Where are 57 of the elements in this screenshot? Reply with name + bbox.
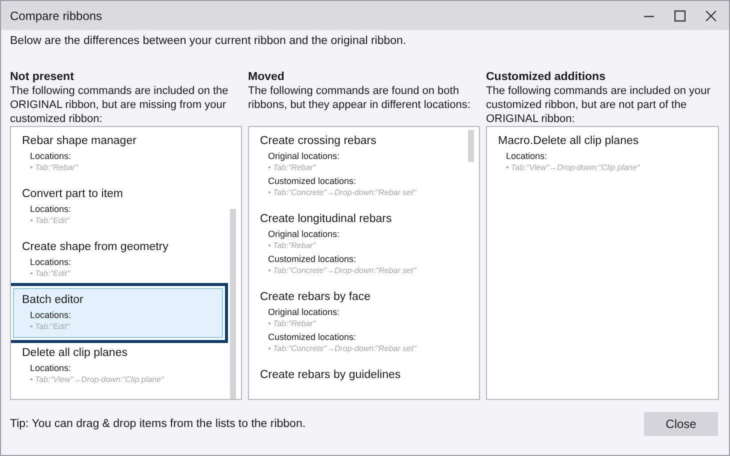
command-item[interactable]: Macro.Delete all clip planes Locations: • Tab:"View"→Drop-down:"Clip plane"	[489, 129, 700, 179]
locations-label: Locations:	[505, 150, 548, 162]
command-name: Create rebars by face	[260, 290, 372, 305]
location-text: • Tab:"Edit"	[29, 321, 71, 333]
close-icon[interactable]	[705, 10, 717, 22]
command-name: Create shape from geometry	[22, 240, 170, 255]
close-button[interactable]: Close	[644, 412, 718, 436]
location-text: • Tab:"Edit"	[29, 215, 71, 227]
scrollbar-thumb[interactable]	[230, 209, 236, 399]
command-name: Convert part to item	[22, 187, 124, 202]
locations-label: Locations:	[29, 362, 72, 374]
location-text: • Tab:"Rebar"	[267, 240, 317, 252]
locations-label: Customized locations:	[267, 253, 358, 265]
locations-label: Customized locations:	[267, 331, 358, 343]
command-item[interactable]: Create rebars by guidelines	[251, 363, 461, 388]
maximize-icon[interactable]	[674, 10, 686, 22]
column-heading: Customized additions	[486, 70, 606, 84]
command-item[interactable]: Create rebars by face Original locations: • Tab:"Rebar" Customized locations: • Tab:"Concrete"→Drop-down:"Rebar set"	[251, 285, 461, 360]
command-item[interactable]: Convert part to item Locations: • Tab:"Edit"	[13, 182, 223, 232]
column-description: The following commands are included on the ORIGINAL ribbon, but are missing from your customized ribbon:	[10, 84, 230, 126]
location-text: • Tab:"Concrete"→Drop-down:"Rebar set"	[267, 265, 418, 277]
command-name: Create longitudinal rebars	[260, 212, 393, 227]
column-description: The following commands are included on your customized ribbon, but are not part of the ORIGINAL ribbon:	[486, 84, 712, 126]
locations-label: Locations:	[29, 150, 72, 162]
command-name: Batch editor	[22, 293, 84, 308]
column-description: The following commands are found on both ribbons, but they appear in different locations:	[248, 84, 472, 113]
location-text: • Tab:"View"→Drop-down:"Clip plane"	[505, 162, 642, 174]
scrollbar-thumb[interactable]	[468, 130, 474, 162]
command-item[interactable]: Delete all clip planes Locations: • Tab:"View"→Drop-down:"Clip plane"	[13, 341, 223, 391]
command-name: Rebar shape manager	[22, 134, 138, 149]
location-text: • Tab:"Concrete"→Drop-down:"Rebar set"	[267, 187, 418, 199]
tip-text: Tip: You can drag & drop items from the lists to the ribbon.	[10, 418, 306, 430]
locations-label: Locations:	[29, 309, 72, 321]
intro-text: Below are the differences between your current ribbon and the original ribbon.	[10, 35, 408, 47]
location-text: • Tab:"Rebar"	[267, 162, 317, 174]
command-name: Create rebars by guidelines	[260, 368, 402, 383]
locations-label: Locations:	[29, 203, 72, 215]
command-item[interactable]: Create shape from geometry Locations: • Tab:"Edit"	[13, 235, 223, 285]
locations-label: Original locations:	[267, 150, 341, 162]
window-title: Compare ribbons	[10, 8, 102, 22]
locations-label: Customized locations:	[267, 175, 358, 187]
column-heading: Moved	[248, 70, 286, 84]
locations-label: Original locations:	[267, 306, 341, 318]
command-name: Delete all clip planes	[22, 346, 128, 361]
location-text: • Tab:"Rebar"	[29, 162, 79, 174]
location-text: • Tab:"Edit"	[29, 268, 71, 280]
command-name: Macro.Delete all clip planes	[498, 134, 640, 149]
command-item[interactable]: Rebar shape manager Locations: • Tab:"Rebar"	[13, 129, 223, 179]
location-text: • Tab:"Concrete"→Drop-down:"Rebar set"	[267, 343, 418, 355]
location-text: • Tab:"View"→Drop-down:"Clip plane"	[29, 374, 166, 386]
command-item[interactable]: Create longitudinal rebars Original locations: • Tab:"Rebar" Customized locations: • Tab:"Concrete"→Drop-down:"Rebar set"	[251, 207, 461, 282]
locations-label: Locations:	[29, 256, 72, 268]
location-text: • Tab:"Rebar"	[267, 318, 317, 330]
locations-label: Original locations:	[267, 228, 341, 240]
column-heading: Not present	[10, 70, 75, 84]
command-name: Create crossing rebars	[260, 134, 378, 149]
command-item[interactable]: Create crossing rebars Original locations: • Tab:"Rebar" Customized locations: • Tab:"Concrete"→Drop-down:"Rebar set"	[251, 129, 461, 204]
